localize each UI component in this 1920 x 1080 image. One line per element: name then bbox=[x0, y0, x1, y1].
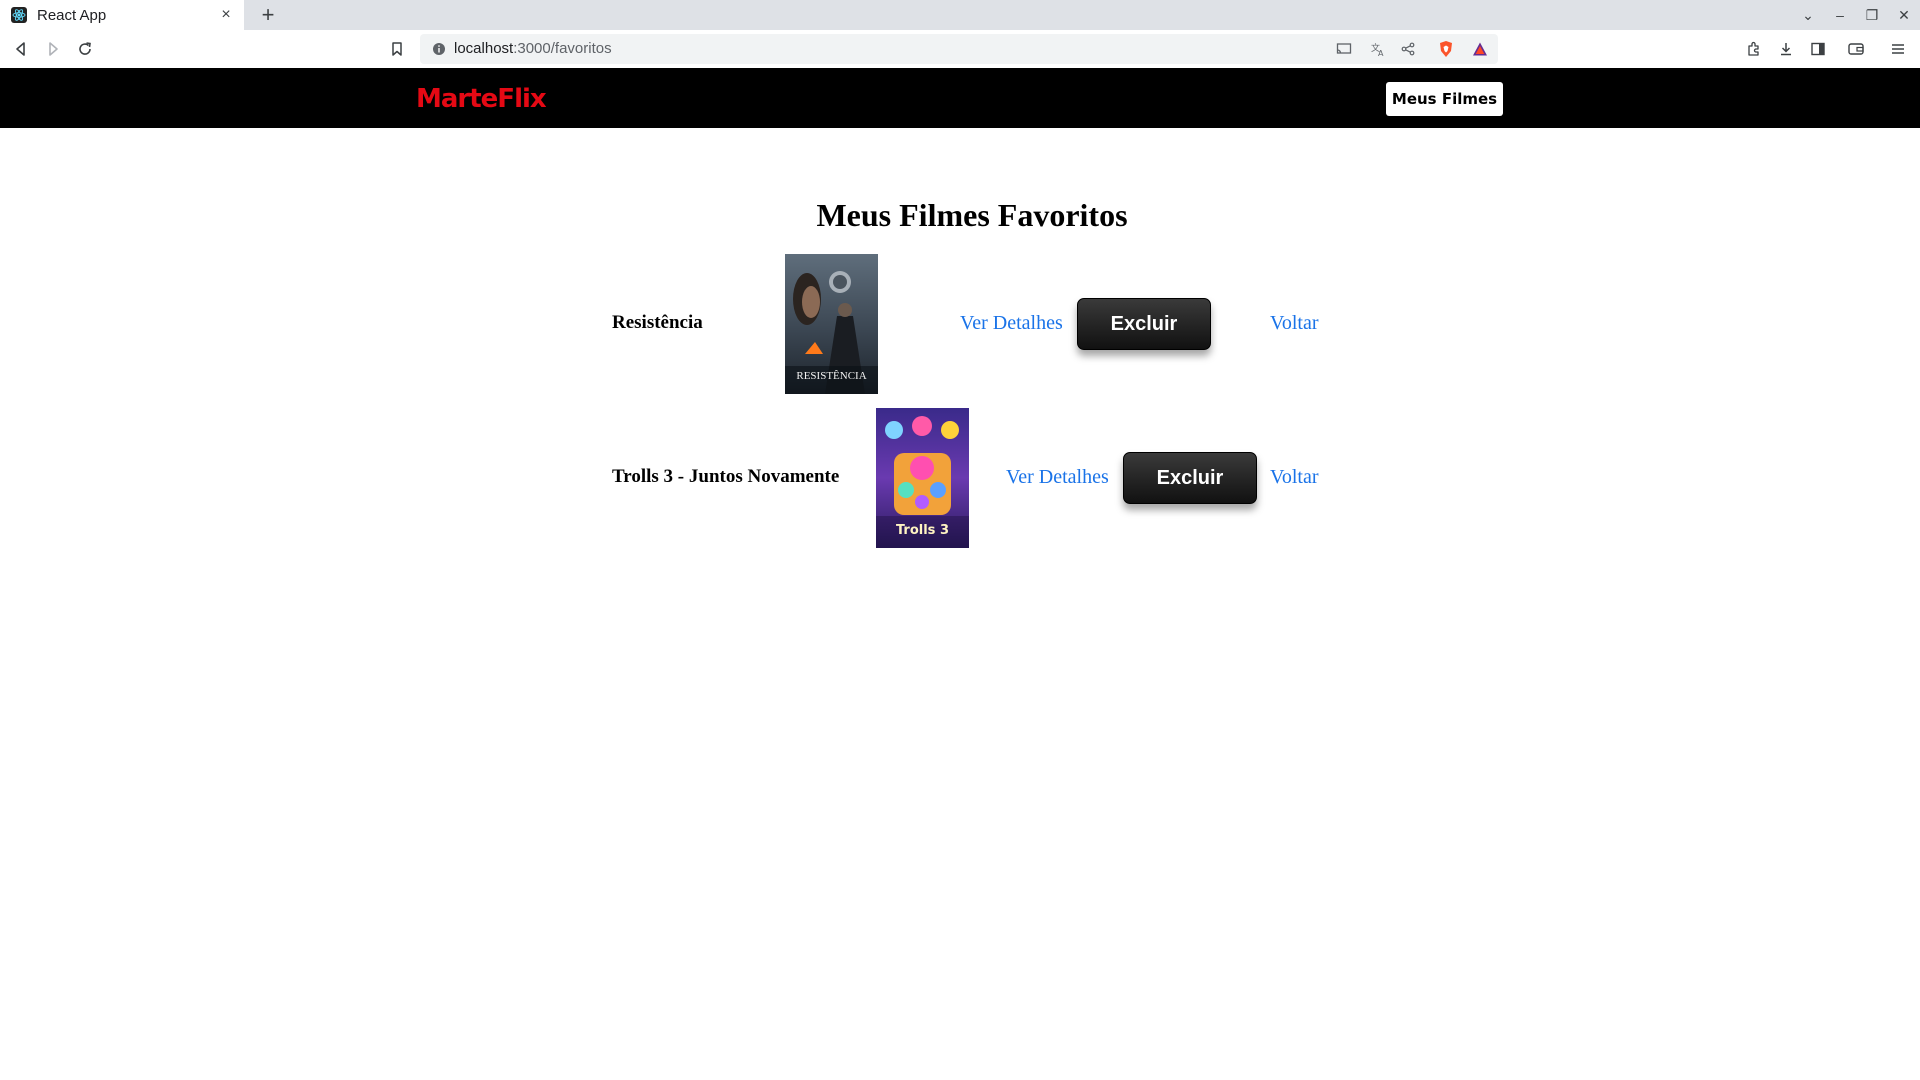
share-icon[interactable] bbox=[1399, 40, 1417, 58]
close-window-icon[interactable]: ✕ bbox=[1888, 7, 1920, 24]
bookmark-icon[interactable] bbox=[385, 37, 409, 61]
svg-text:A: A bbox=[1378, 49, 1384, 57]
url-host: localhost bbox=[454, 40, 514, 57]
sidebar-icon[interactable] bbox=[1806, 37, 1830, 61]
react-icon bbox=[11, 7, 27, 23]
extensions-icon[interactable] bbox=[1742, 37, 1766, 61]
tab-title: React App bbox=[37, 6, 107, 24]
close-tab-icon[interactable]: × bbox=[216, 6, 236, 24]
browser-tab[interactable]: React App × bbox=[0, 0, 244, 30]
reload-icon[interactable] bbox=[73, 37, 97, 61]
brave-rewards-icon[interactable] bbox=[1471, 40, 1489, 58]
tab-list-icon[interactable]: ⌄ bbox=[1792, 7, 1824, 24]
translate-icon[interactable]: 文A bbox=[1369, 40, 1387, 58]
restore-icon[interactable]: ❐ bbox=[1856, 7, 1888, 24]
delete-button[interactable]: Excluir bbox=[1077, 298, 1211, 350]
address-bar[interactable]: localhost:3000/favoritos 文A bbox=[420, 34, 1498, 64]
movie-title: Trolls 3 - Juntos Novamente bbox=[612, 466, 840, 487]
browser-tab-bar: React App × + ⌄ – ❐ ✕ bbox=[0, 0, 1920, 30]
delete-button[interactable]: Excluir bbox=[1123, 452, 1257, 504]
menu-icon[interactable] bbox=[1886, 37, 1910, 61]
app-header: MarteFlix Meus Filmes bbox=[0, 68, 1920, 128]
url-text[interactable]: localhost:3000/favoritos bbox=[454, 40, 612, 57]
url-path: :3000/favoritos bbox=[513, 40, 612, 57]
poster-caption: RESISTÊNCIA bbox=[796, 370, 866, 382]
download-icon[interactable] bbox=[1774, 37, 1798, 61]
back-link[interactable]: Voltar bbox=[1270, 312, 1319, 335]
page-title: Meus Filmes Favoritos bbox=[816, 197, 1128, 233]
back-link[interactable]: Voltar bbox=[1270, 466, 1319, 489]
view-details-link[interactable]: Ver Detalhes bbox=[960, 312, 1063, 335]
back-icon[interactable] bbox=[9, 37, 33, 61]
new-tab-button[interactable]: + bbox=[256, 3, 280, 27]
brave-shields-icon[interactable] bbox=[1437, 40, 1455, 58]
browser-toolbar: localhost:3000/favoritos 文A bbox=[0, 30, 1920, 69]
wallet-icon[interactable] bbox=[1844, 37, 1868, 61]
my-movies-button[interactable]: Meus Filmes bbox=[1386, 82, 1503, 116]
view-details-link[interactable]: Ver Detalhes bbox=[1006, 466, 1109, 489]
window-controls: ⌄ – ❐ ✕ bbox=[1792, 0, 1920, 30]
forward-icon[interactable] bbox=[41, 37, 65, 61]
cast-icon[interactable] bbox=[1335, 40, 1353, 58]
movie-poster: RESISTÊNCIA bbox=[785, 254, 878, 394]
marteflix-logo[interactable]: MarteFlix bbox=[416, 84, 547, 114]
movie-title: Resistência bbox=[612, 312, 703, 333]
movie-poster: Trolls 3 bbox=[876, 408, 969, 548]
minimize-icon[interactable]: – bbox=[1824, 7, 1856, 23]
poster-caption: Trolls 3 bbox=[896, 523, 949, 538]
site-info-icon[interactable] bbox=[430, 40, 448, 58]
